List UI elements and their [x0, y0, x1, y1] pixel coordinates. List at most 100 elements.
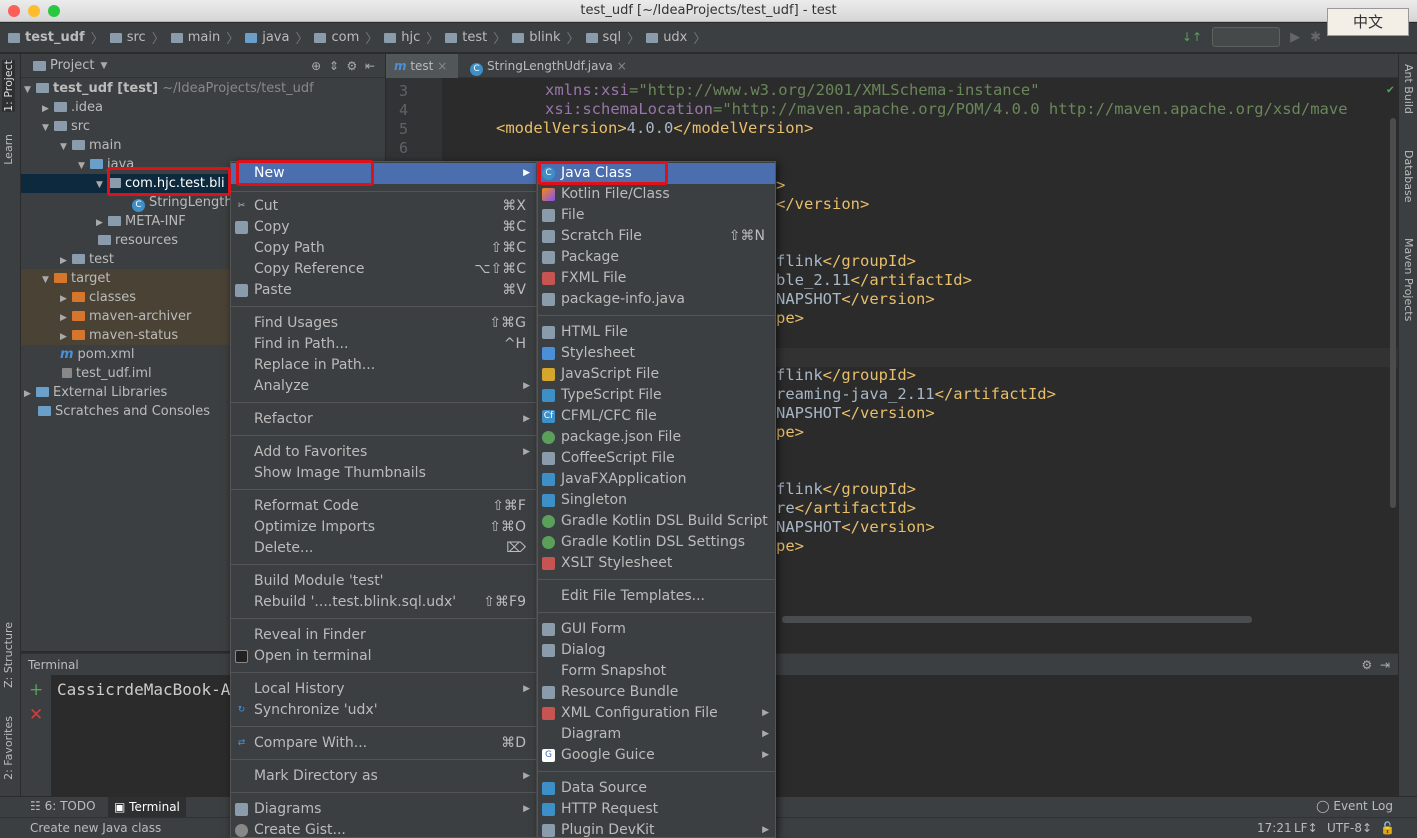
- submenu-item-dialog[interactable]: Dialog: [538, 640, 775, 661]
- menu-item-reformat-code[interactable]: Reformat Code ⇧⌘F: [231, 496, 536, 517]
- menu-item-add-to-favorites[interactable]: Add to Favorites ▶: [231, 442, 536, 463]
- breadcrumb-item[interactable]: java 〉: [245, 28, 308, 47]
- build-icon[interactable]: ↓↑: [1182, 30, 1202, 44]
- debug-icon[interactable]: ✱: [1310, 30, 1321, 45]
- menu-item-refactor[interactable]: Refactor ▶: [231, 409, 536, 430]
- breadcrumb-item[interactable]: sql 〉: [585, 28, 640, 47]
- tree-item-src[interactable]: ▼ src: [21, 117, 385, 136]
- submenu-item-fxml-file[interactable]: FXML File: [538, 268, 775, 289]
- gear-icon[interactable]: ⚙: [347, 59, 358, 73]
- chevron-down-icon[interactable]: ▼: [100, 61, 107, 71]
- submenu-item-typescript-file[interactable]: TypeScript File: [538, 385, 775, 406]
- menu-item-copy-reference[interactable]: Copy Reference ⌥⇧⌘C: [231, 259, 536, 280]
- run-configuration-select[interactable]: [1212, 27, 1281, 47]
- submenu-item-xslt-stylesheet[interactable]: XSLT Stylesheet: [538, 553, 775, 574]
- menu-item-replace-in-path[interactable]: Replace in Path...: [231, 355, 536, 376]
- run-icon[interactable]: ▶: [1290, 30, 1300, 45]
- submenu-item-kotlin-file[interactable]: Kotlin File/Class: [538, 184, 775, 205]
- locate-icon[interactable]: ⊕: [311, 59, 321, 73]
- structure-tool-tab[interactable]: Z: Structure: [2, 622, 15, 688]
- submenu-item-gradle-kotlin-build[interactable]: Gradle Kotlin DSL Build Script: [538, 511, 775, 532]
- terminal-tool-tab[interactable]: ▣ Terminal: [108, 797, 186, 817]
- submenu-item-http-request[interactable]: HTTP Request: [538, 799, 775, 820]
- menu-item-local-history[interactable]: Local History ▶: [231, 679, 536, 700]
- collapse-icon[interactable]: ⇕: [329, 59, 339, 73]
- tree-item-test-udf[interactable]: ▼ test_udf [test] ~/IdeaProjects/test_udf: [21, 79, 385, 98]
- breadcrumb-item[interactable]: test_udf 〉: [8, 28, 104, 47]
- editor-tab-java[interactable]: C StringLengthUdf.java ×: [460, 54, 635, 78]
- submenu-item-javafx-application[interactable]: JavaFXApplication: [538, 469, 775, 490]
- submenu-item-form-snapshot[interactable]: Form Snapshot: [538, 661, 775, 682]
- file-encoding[interactable]: UTF-8↕: [1327, 818, 1372, 838]
- tree-item-idea[interactable]: ▶ .idea: [21, 98, 385, 117]
- submenu-item-edit-templates[interactable]: Edit File Templates...: [538, 586, 775, 607]
- menu-item-copy[interactable]: Copy ⌘C: [231, 217, 536, 238]
- horizontal-scrollbar[interactable]: [782, 616, 1252, 623]
- menu-item-build-module[interactable]: Build Module 'test': [231, 571, 536, 592]
- submenu-item-google-guice[interactable]: G Google Guice ▶: [538, 745, 775, 766]
- menu-item-optimize-imports[interactable]: Optimize Imports ⇧⌘O: [231, 517, 536, 538]
- submenu-item-coffeescript-file[interactable]: CoffeeScript File: [538, 448, 775, 469]
- tree-item-main[interactable]: ▼ main: [21, 136, 385, 155]
- learn-tool-tab[interactable]: Learn: [2, 134, 15, 165]
- menu-item-open-in-terminal[interactable]: Open in terminal: [231, 646, 536, 667]
- event-log-tool-tab[interactable]: ◯ Event Log: [1316, 799, 1393, 813]
- submenu-item-package[interactable]: Package: [538, 247, 775, 268]
- breadcrumb-item[interactable]: test 〉: [445, 28, 506, 47]
- menu-item-copy-path[interactable]: Copy Path ⇧⌘C: [231, 238, 536, 259]
- maven-projects-tool-tab[interactable]: Maven Projects: [1402, 238, 1415, 321]
- breadcrumb-item[interactable]: blink 〉: [512, 28, 580, 47]
- lock-icon[interactable]: 🔓: [1380, 818, 1395, 838]
- menu-item-find-usages[interactable]: Find Usages ⇧⌘G: [231, 313, 536, 334]
- add-icon[interactable]: +: [29, 680, 43, 700]
- submenu-item-singleton[interactable]: Singleton: [538, 490, 775, 511]
- submenu-item-cfml-file[interactable]: Cf CFML/CFC file: [538, 406, 775, 427]
- line-separator[interactable]: LF↕: [1294, 818, 1318, 838]
- menu-item-compare-with[interactable]: ⇄ Compare With... ⌘D: [231, 733, 536, 754]
- close-icon[interactable]: ×: [437, 59, 447, 73]
- submenu-item-gui-form[interactable]: GUI Form: [538, 619, 775, 640]
- hide-icon[interactable]: ⇥: [1380, 658, 1390, 672]
- submenu-item-scratch-file[interactable]: Scratch File ⇧⌘N: [538, 226, 775, 247]
- breadcrumb-item[interactable]: hjc 〉: [384, 28, 439, 47]
- favorites-tool-tab[interactable]: 2: Favorites: [2, 716, 15, 780]
- submenu-item-stylesheet[interactable]: Stylesheet: [538, 343, 775, 364]
- breadcrumb-item[interactable]: udx 〉: [646, 28, 706, 47]
- submenu-item-diagram[interactable]: Diagram ▶: [538, 724, 775, 745]
- menu-item-create-gist[interactable]: Create Gist...: [231, 820, 536, 838]
- hide-icon[interactable]: ⇤: [365, 59, 375, 73]
- gear-icon[interactable]: ⚙: [1362, 658, 1373, 672]
- breadcrumb-item[interactable]: src 〉: [109, 28, 165, 47]
- submenu-item-data-source[interactable]: Data Source: [538, 778, 775, 799]
- submenu-item-file[interactable]: File: [538, 205, 775, 226]
- menu-item-diagrams[interactable]: Diagrams ▶: [231, 799, 536, 820]
- submenu-item-package-info[interactable]: package-info.java: [538, 289, 775, 310]
- submenu-item-package-json[interactable]: package.json File: [538, 427, 775, 448]
- submenu-item-javascript-file[interactable]: JavaScript File: [538, 364, 775, 385]
- ant-build-tool-tab[interactable]: Ant Build: [1402, 64, 1415, 114]
- editor-tab-pom[interactable]: m test ×: [386, 54, 458, 78]
- submenu-item-gradle-kotlin-settings[interactable]: Gradle Kotlin DSL Settings: [538, 532, 775, 553]
- menu-item-mark-directory[interactable]: Mark Directory as ▶: [231, 766, 536, 787]
- menu-item-analyze[interactable]: Analyze ▶: [231, 376, 536, 397]
- menu-item-find-in-path[interactable]: Find in Path... ^H: [231, 334, 536, 355]
- submenu-item-resource-bundle[interactable]: Resource Bundle: [538, 682, 775, 703]
- menu-item-cut[interactable]: ✂ Cut ⌘X: [231, 196, 536, 217]
- database-tool-tab[interactable]: Database: [1402, 150, 1415, 203]
- menu-item-rebuild[interactable]: Rebuild '....test.blink.sql.udx' ⇧⌘F9: [231, 592, 536, 613]
- todo-tool-tab[interactable]: ☷ 6: TODO: [30, 799, 96, 813]
- menu-item-reveal-in-finder[interactable]: Reveal in Finder: [231, 625, 536, 646]
- menu-item-show-thumbnails[interactable]: Show Image Thumbnails: [231, 463, 536, 484]
- submenu-item-html-file[interactable]: HTML File: [538, 322, 775, 343]
- menu-item-synchronize[interactable]: ↻ Synchronize 'udx': [231, 700, 536, 721]
- submenu-item-xml-configuration[interactable]: XML Configuration File ▶: [538, 703, 775, 724]
- submenu-item-plugin-devkit[interactable]: Plugin DevKit ▶: [538, 820, 775, 838]
- breadcrumb-item[interactable]: com 〉: [314, 28, 378, 47]
- breadcrumb-item[interactable]: main 〉: [170, 28, 239, 47]
- vertical-scrollbar[interactable]: [1390, 118, 1396, 508]
- project-view-select[interactable]: Project: [50, 58, 94, 73]
- menu-item-paste[interactable]: Paste ⌘V: [231, 280, 536, 301]
- project-tool-tab[interactable]: 1: Project: [2, 60, 15, 112]
- caret-position[interactable]: 17:21: [1257, 818, 1292, 838]
- close-icon[interactable]: ×: [617, 59, 627, 73]
